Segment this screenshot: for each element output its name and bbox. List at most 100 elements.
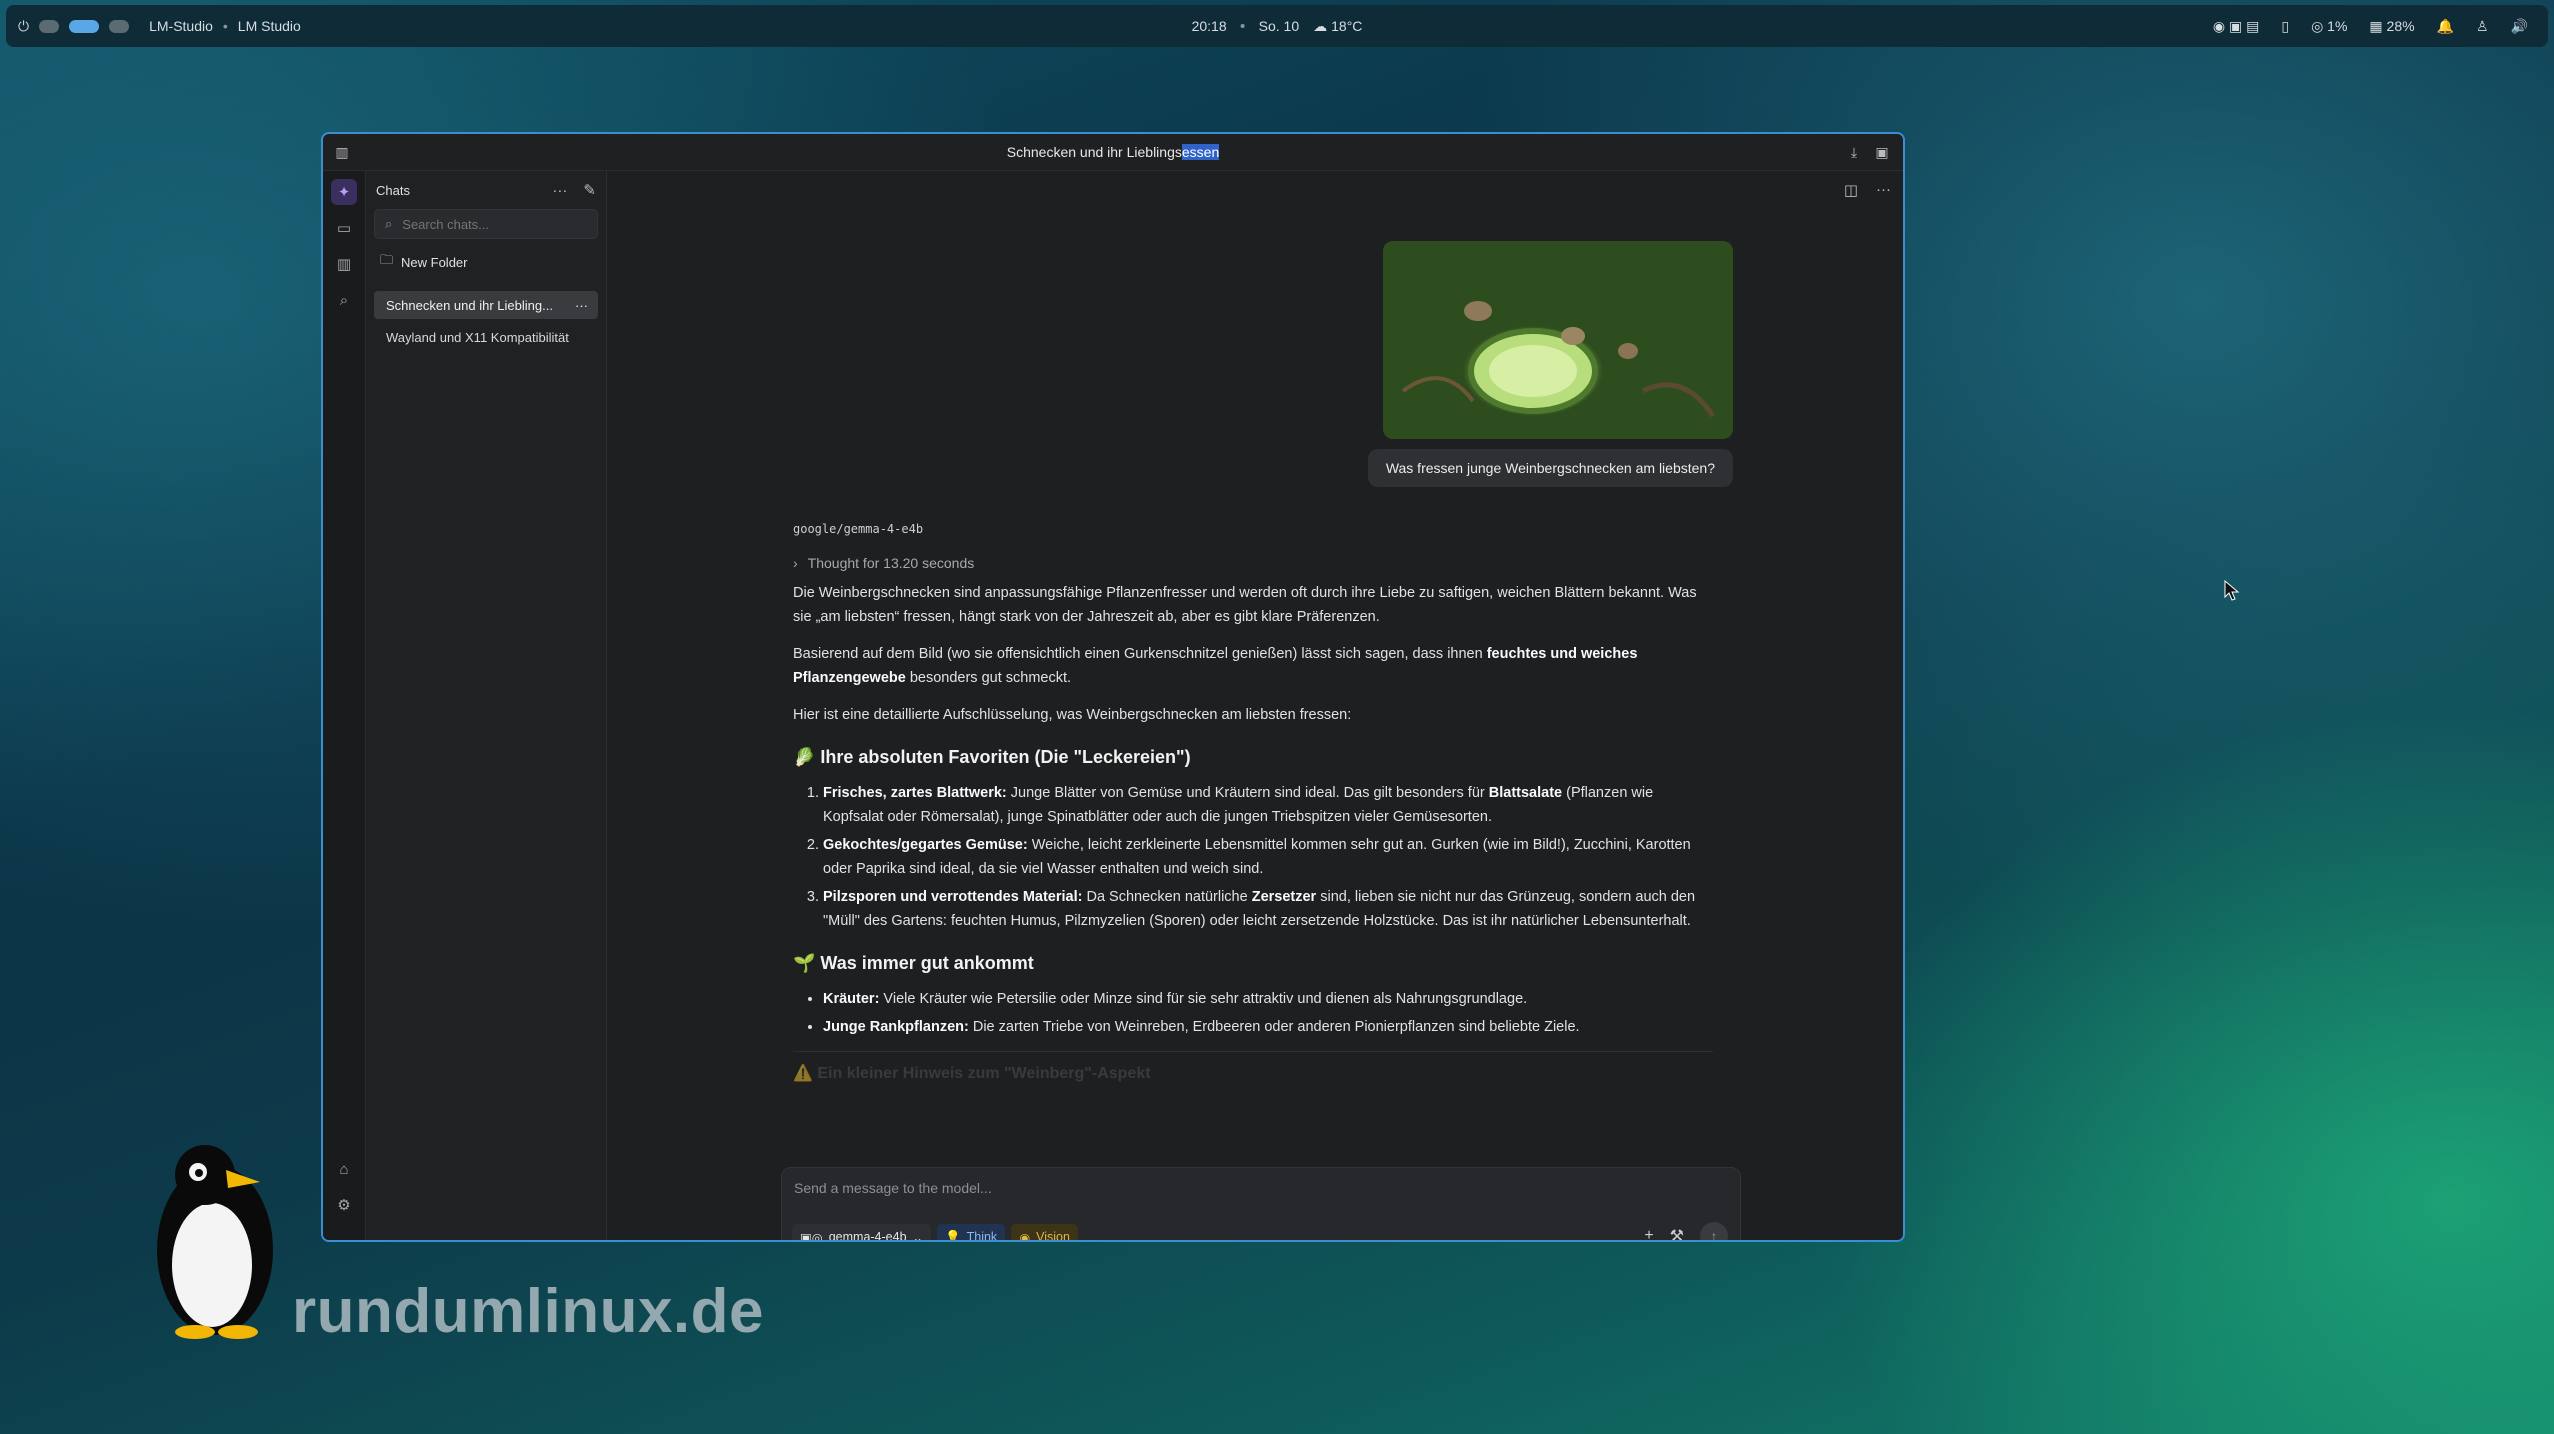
- model-tag: google/gemma-4-e4b: [793, 522, 924, 536]
- workspace-2[interactable]: [69, 19, 100, 33]
- system-topbar: ⏻ LM-Studio • LM Studio 20:18 So. 10 ☁ 1…: [6, 5, 2548, 47]
- chat-nav-icon[interactable]: ✦: [331, 179, 357, 205]
- chat-item-label: Wayland und X11 Kompatibilität: [386, 329, 569, 345]
- split-view-icon[interactable]: ◫: [1844, 181, 1858, 199]
- ram-indicator[interactable]: ▦ 28%: [2369, 18, 2414, 35]
- clock-date: So. 10: [1258, 18, 1300, 34]
- lightbulb-icon: 💡: [945, 1229, 961, 1242]
- li-text: Junge Blätter von Gemüse und Kräutern si…: [1006, 785, 1489, 801]
- paragraph-1: Die Weinbergschnecken sind anpassungsfäh…: [793, 585, 1697, 625]
- chats-sidebar: Chats ··· ✎ ⌕ 🗀 New Folder Schnecken und…: [366, 171, 607, 1240]
- model-name: gemma-4-e4b: [828, 1230, 907, 1242]
- p2-text-c: besonders gut schmeckt.: [905, 670, 1072, 686]
- window-title: Schnecken und ihr Lieblingsessen: [1006, 144, 1220, 160]
- terminal-nav-icon[interactable]: ▭: [331, 215, 357, 241]
- clock-area[interactable]: 20:18 So. 10 ☁ 18°C: [1192, 18, 1363, 35]
- li-text: Da Schnecken natürliche: [1082, 889, 1252, 905]
- message-composer[interactable]: Send a message to the model... ▣◎ gemma-…: [781, 1167, 1741, 1242]
- eye-icon: ◉: [1019, 1230, 1031, 1242]
- heading-always-good: 🌱 Was immer gut ankommt: [793, 953, 1034, 973]
- think-label: Think: [966, 1230, 998, 1242]
- clock-time: 20:18: [1191, 18, 1227, 34]
- list-item: Gekochtes/gegartes Gemüse: Weiche, leich…: [823, 833, 1713, 881]
- user-icon[interactable]: ♙: [2476, 18, 2489, 35]
- runtime-nav-icon[interactable]: ⌂: [331, 1156, 357, 1182]
- new-chat-icon[interactable]: ✎: [583, 181, 596, 199]
- li-bold: Junge Rankpflanzen:: [823, 1019, 969, 1035]
- folder-plus-icon: 🗀: [380, 252, 394, 267]
- window-title-selection: essen: [1181, 144, 1220, 160]
- cpu-value: 1%: [2327, 17, 2348, 34]
- chat-main: ◫ ··· Was fressen junge Weinbergschnecke…: [607, 171, 1903, 1240]
- tools-icon[interactable]: ⚒: [1670, 1226, 1684, 1240]
- vision-label: Vision: [1036, 1230, 1070, 1242]
- model-selector[interactable]: ▣◎ gemma-4-e4b ⌄: [792, 1224, 932, 1242]
- thought-label: Thought for 13.20 seconds: [807, 555, 975, 571]
- list-item: Pilzsporen und verrottendes Material: Da…: [823, 885, 1713, 933]
- search-icon: ⌕: [385, 216, 393, 231]
- li-bold: Frisches, zartes Blattwerk:: [823, 785, 1007, 801]
- settings-gear-icon[interactable]: ⚙: [331, 1192, 357, 1218]
- thought-toggle[interactable]: › Thought for 13.20 seconds: [793, 551, 1713, 575]
- tray-app-icons[interactable]: ◉ ▣ ▤: [2213, 18, 2259, 35]
- active-app-name: LM-Studio: [149, 18, 213, 34]
- chat-item-label: Schnecken und ihr Liebling...: [386, 297, 553, 313]
- nav-rail: ✦ ▭ ▥ ⌕ ⌂ ⚙: [323, 171, 366, 1240]
- vision-toggle[interactable]: ◉ Vision: [1011, 1224, 1078, 1242]
- watermark-text: rundumlinux.de: [292, 1277, 764, 1346]
- separator-dot: •: [222, 18, 228, 34]
- p2-text-a: Basierend auf dem Bild (wo sie offensich…: [793, 646, 1487, 662]
- search-input[interactable]: [400, 215, 585, 233]
- window-title-prefix: Schnecken und ihr Lieblings: [1006, 144, 1182, 160]
- window-titlebar: ▥ Schnecken und ihr Lieblingsessen ⤓ ▣: [323, 134, 1903, 171]
- add-attachment-icon[interactable]: +: [1644, 1227, 1653, 1240]
- message-input-placeholder[interactable]: Send a message to the model...: [794, 1180, 992, 1196]
- list-item: Frisches, zartes Blattwerk: Junge Blätte…: [823, 781, 1713, 829]
- cpu-indicator[interactable]: ◎ 1%: [2311, 18, 2347, 35]
- clipboard-icon[interactable]: ▯: [2281, 18, 2289, 35]
- active-window-name: LM Studio: [237, 18, 301, 34]
- faded-heading: ⚠️ Ein kleiner Hinweis zum "Weinberg"-As…: [793, 1065, 1151, 1082]
- chat-item-wayland[interactable]: Wayland und X11 Kompatibilität: [374, 323, 598, 351]
- model-capability-icon: ▣◎: [800, 1230, 823, 1242]
- divider: [793, 1051, 1713, 1052]
- chat-menu-icon[interactable]: ···: [575, 298, 588, 313]
- li-bold: Blattsalate: [1488, 785, 1563, 801]
- discover-nav-icon[interactable]: ⌕: [331, 287, 357, 313]
- cloud-icon: ☁: [1313, 17, 1328, 34]
- more-options-icon[interactable]: ···: [552, 182, 567, 199]
- bell-icon[interactable]: 🔔: [2437, 18, 2454, 35]
- volume-icon[interactable]: 🔊: [2511, 18, 2528, 35]
- lm-studio-window: ▥ Schnecken und ihr Lieblingsessen ⤓ ▣ ✦…: [321, 132, 1905, 1242]
- weather-temp: 18°C: [1331, 18, 1363, 34]
- li-bold: Pilzsporen und verrottendes Material:: [823, 889, 1083, 905]
- panel-toggle-icon[interactable]: ▣: [1873, 143, 1891, 161]
- li-text: Die zarten Triebe von Weinreben, Erdbeer…: [968, 1019, 1580, 1035]
- user-attached-image[interactable]: [1383, 241, 1733, 439]
- models-nav-icon[interactable]: ▥: [331, 251, 357, 277]
- send-button[interactable]: ↑: [1700, 1222, 1728, 1240]
- list-item: Kräuter: Viele Kräuter wie Petersilie od…: [823, 987, 1713, 1011]
- workspace-1[interactable]: [39, 19, 60, 33]
- ram-value: 28%: [2386, 17, 2415, 34]
- always-good-list: Kräuter: Viele Kräuter wie Petersilie od…: [793, 987, 1713, 1039]
- li-bold: Gekochtes/gegartes Gemüse:: [823, 837, 1028, 853]
- separator-dot: [1240, 24, 1245, 28]
- chat-options-icon[interactable]: ···: [1876, 181, 1891, 199]
- penguin-logo-icon: [157, 1145, 273, 1339]
- search-chats[interactable]: ⌕: [374, 209, 598, 239]
- new-folder-button[interactable]: 🗀 New Folder: [374, 249, 598, 275]
- sidebar-header: Chats ··· ✎: [366, 171, 606, 209]
- chat-item-schnecken[interactable]: Schnecken und ihr Liebling... ···: [374, 291, 598, 319]
- mouse-cursor-icon: [2224, 580, 2240, 601]
- think-toggle[interactable]: 💡 Think: [937, 1224, 1006, 1242]
- favorites-list: Frisches, zartes Blattwerk: Junge Blätte…: [793, 781, 1713, 933]
- launcher-icon[interactable]: ⏻: [18, 18, 29, 35]
- heading-favorites: 🥬 Ihre absoluten Favoriten (Die "Leckere…: [793, 747, 1191, 767]
- paragraph-2: Basierend auf dem Bild (wo sie offensich…: [793, 642, 1713, 690]
- workspace-3[interactable]: [109, 19, 130, 33]
- sidebar-toggle-icon[interactable]: ▥: [333, 143, 351, 161]
- list-item: Junge Rankpflanzen: Die zarten Triebe vo…: [823, 1015, 1713, 1039]
- download-icon[interactable]: ⤓: [1845, 143, 1863, 161]
- new-folder-label: New Folder: [401, 254, 468, 270]
